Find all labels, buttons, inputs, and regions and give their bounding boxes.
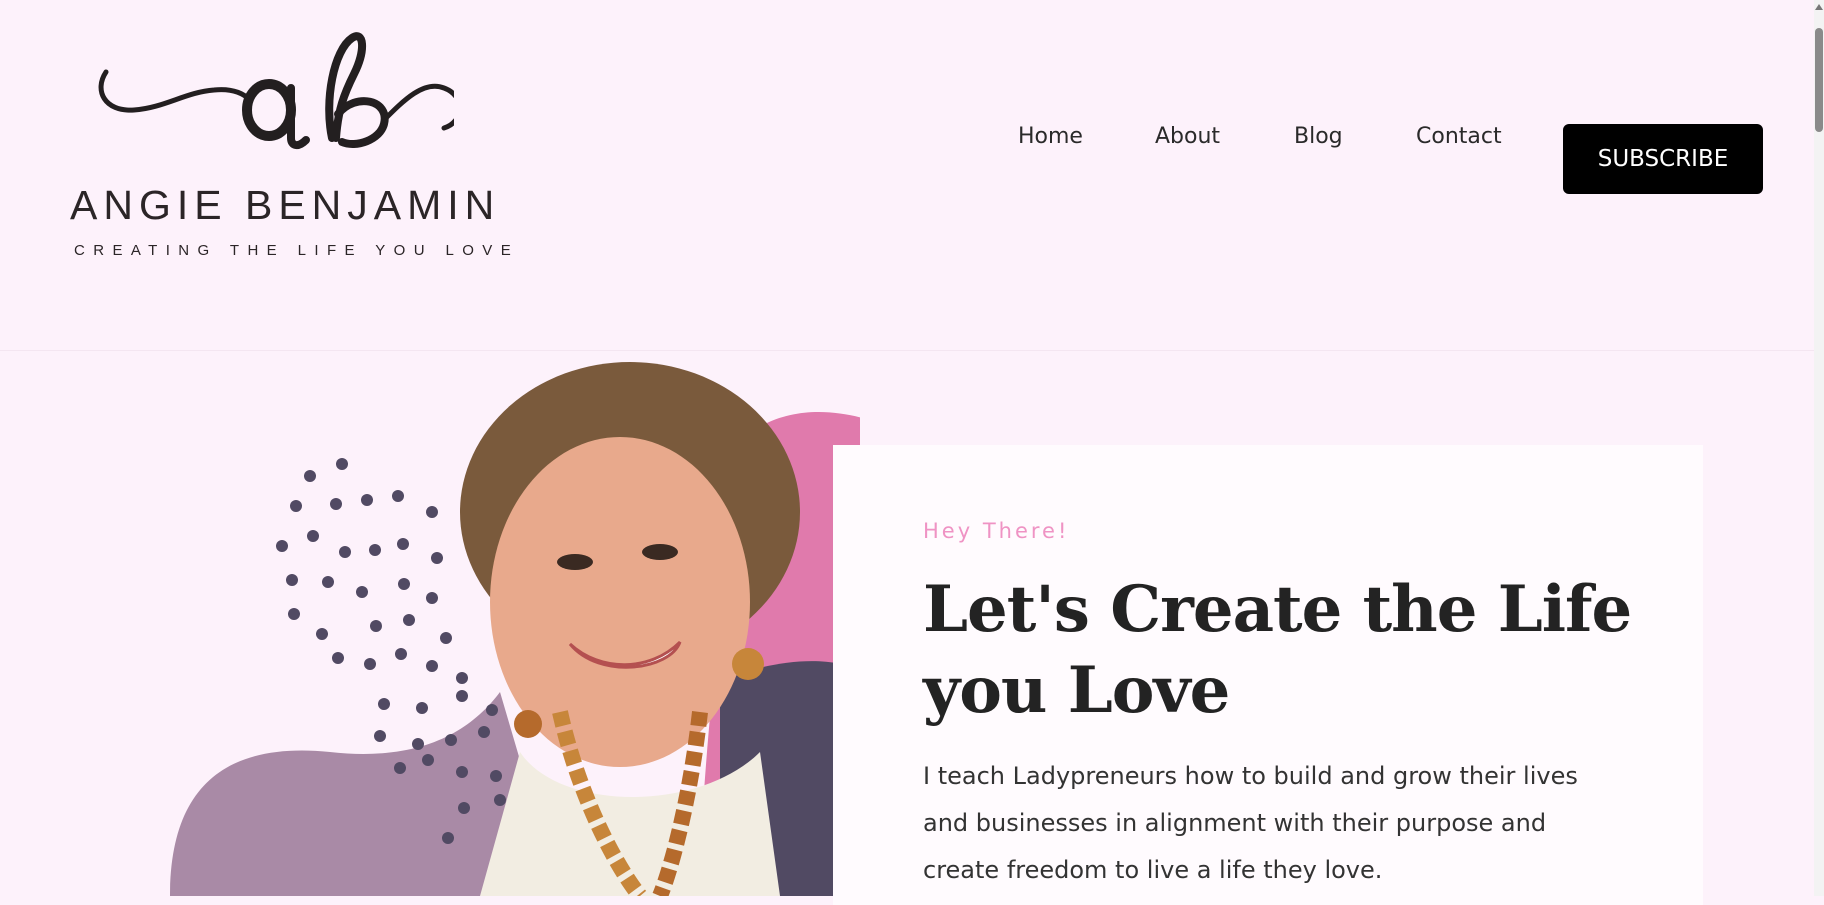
nav-item-home[interactable]: Home [1018,124,1083,149]
hero-headline: Let's Create the Life you Love [923,572,1632,728]
page-scrollbar[interactable] [1814,0,1824,896]
nav-item-about[interactable]: About [1155,124,1220,149]
scrollbar-thumb[interactable] [1815,28,1823,132]
hero-portrait-image [170,362,860,896]
brand-tagline: CREATING THE LIFE YOU LOVE [74,242,520,259]
nav-item-blog[interactable]: Blog [1294,124,1343,149]
hero-illustration [0,352,860,896]
site-logo[interactable]: ANGIE BENJAMIN CREATING THE LIFE YOU LOV… [64,30,511,270]
scroll-up-arrow-icon[interactable] [1815,4,1823,10]
subscribe-button[interactable]: SUBSCRIBE [1563,124,1763,194]
hero-card: Hey There! Let's Create the Life you Lov… [833,445,1703,905]
hero-eyebrow: Hey There! [923,519,1070,543]
site-header: ANGIE BENJAMIN CREATING THE LIFE YOU LOV… [0,0,1824,350]
monogram-logo-icon [98,32,454,149]
nav-item-contact[interactable]: Contact [1416,124,1502,149]
header-divider [0,350,1824,351]
hero-description: I teach Ladypreneurs how to build and gr… [923,762,1578,884]
brand-name: ANGIE BENJAMIN [70,182,501,228]
